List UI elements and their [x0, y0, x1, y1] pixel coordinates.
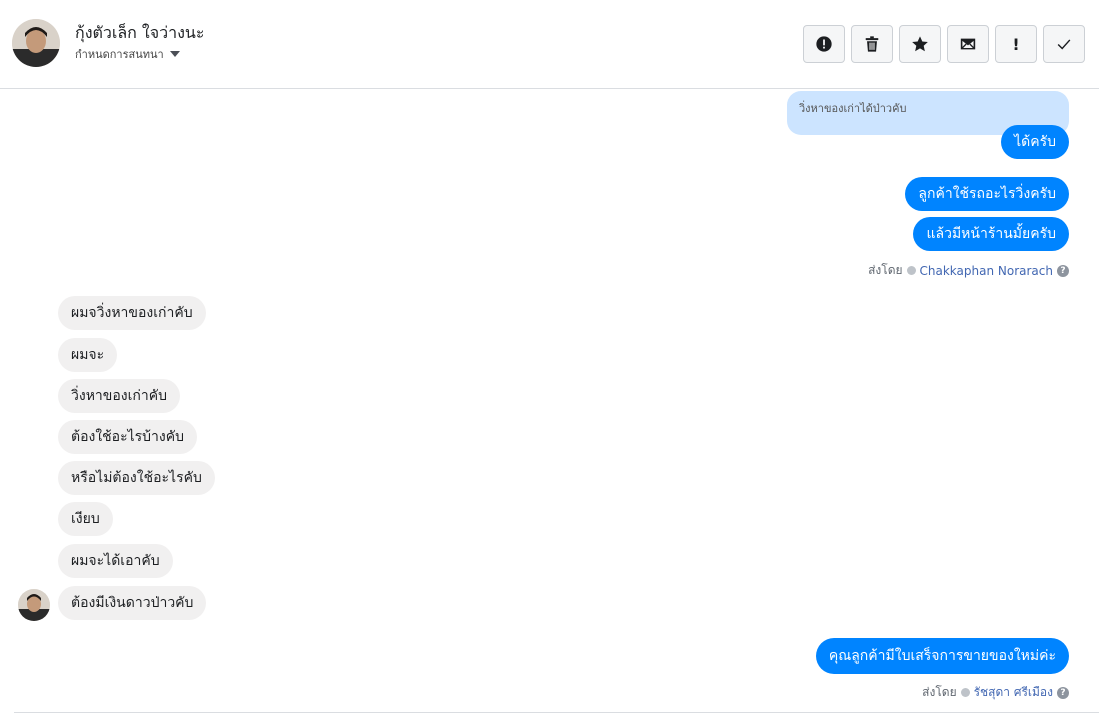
incoming-message[interactable]: ต้องใช้อะไรบ้างคับ	[58, 420, 197, 454]
incoming-message[interactable]: หรือไม่ต้องใช้อะไรคับ	[58, 461, 215, 495]
assign-conversation-label: กำหนดการสนทนา	[75, 48, 164, 61]
sender-avatar	[18, 589, 50, 621]
help-icon[interactable]: ?	[1057, 264, 1069, 277]
agent-name-link[interactable]: Chakkaphan Norarach	[920, 264, 1053, 278]
incoming-message[interactable]: ผมจวิ่งหาของเก่าคับ	[58, 296, 206, 330]
mark-unread-button[interactable]	[947, 25, 989, 63]
person-avatar-icon	[12, 19, 60, 67]
help-icon[interactable]: ?	[1057, 686, 1069, 699]
envelope-icon	[960, 38, 976, 50]
action-toolbar: !	[803, 25, 1085, 63]
outgoing-message[interactable]: ได้ครับ	[1001, 125, 1069, 159]
sent-by-label: ส่งโดย	[922, 685, 957, 699]
conversation-header: กุ้งตัวเล็ก ใจว่างนะ กำหนดการสนทนา !	[0, 0, 1099, 89]
sent-by-info: ส่งโดย รัชสุดา ศรีเมือง ?	[922, 683, 1069, 702]
sent-by-label: ส่งโดย	[868, 263, 903, 277]
checkmark-icon	[1057, 39, 1071, 50]
check-circle-icon	[906, 266, 916, 275]
assign-conversation-dropdown[interactable]: กำหนดการสนทนา	[75, 45, 180, 63]
caret-down-icon	[169, 51, 180, 57]
outgoing-message[interactable]: ลูกค้าใช้รถอะไรวิ่งครับ	[905, 177, 1069, 211]
spam-button[interactable]	[803, 25, 845, 63]
done-button[interactable]	[1043, 25, 1085, 63]
exclamation-icon: !	[1012, 34, 1020, 54]
message-thread: วิ่งหาของเก่าได้ป่าวคับ ได้ครับ ลูกค้าใช…	[0, 89, 1099, 713]
follow-up-button[interactable]: !	[995, 25, 1037, 63]
alert-circle-icon	[816, 36, 832, 52]
sent-by-info: ส่งโดย Chakkaphan Norarach ?	[868, 261, 1069, 280]
agent-name-link[interactable]: รัชสุดา ศรีเมือง	[974, 683, 1053, 702]
incoming-message[interactable]: เงียบ	[58, 502, 113, 536]
incoming-message[interactable]: ผมจะ	[58, 338, 118, 372]
outgoing-message[interactable]: คุณลูกค้ามีใบเสร็จการขายของใหม่ค่ะ	[815, 638, 1069, 674]
incoming-message[interactable]: วิ่งหาของเก่าคับ	[58, 379, 180, 413]
contact-name: กุ้งตัวเล็ก ใจว่างนะ	[75, 23, 205, 42]
star-icon	[912, 36, 928, 52]
incoming-message[interactable]: ต้องมีเงินดาวป่าวคับ	[58, 586, 207, 620]
person-avatar-icon	[18, 589, 50, 621]
incoming-message[interactable]: ผมจะได้เอาคับ	[58, 544, 173, 578]
trash-icon	[865, 36, 879, 52]
outgoing-message[interactable]: แล้วมีหน้าร้านมั้ยครับ	[913, 217, 1069, 251]
contact-avatar[interactable]	[12, 19, 60, 67]
star-button[interactable]	[899, 25, 941, 63]
delete-button[interactable]	[851, 25, 893, 63]
check-circle-icon	[960, 688, 970, 697]
